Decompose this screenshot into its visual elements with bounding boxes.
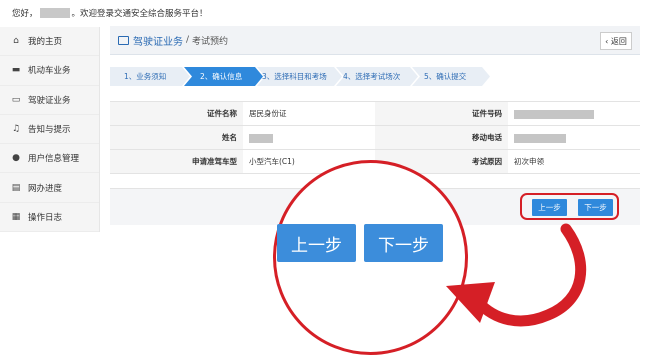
curved-arrow-icon xyxy=(446,223,587,327)
